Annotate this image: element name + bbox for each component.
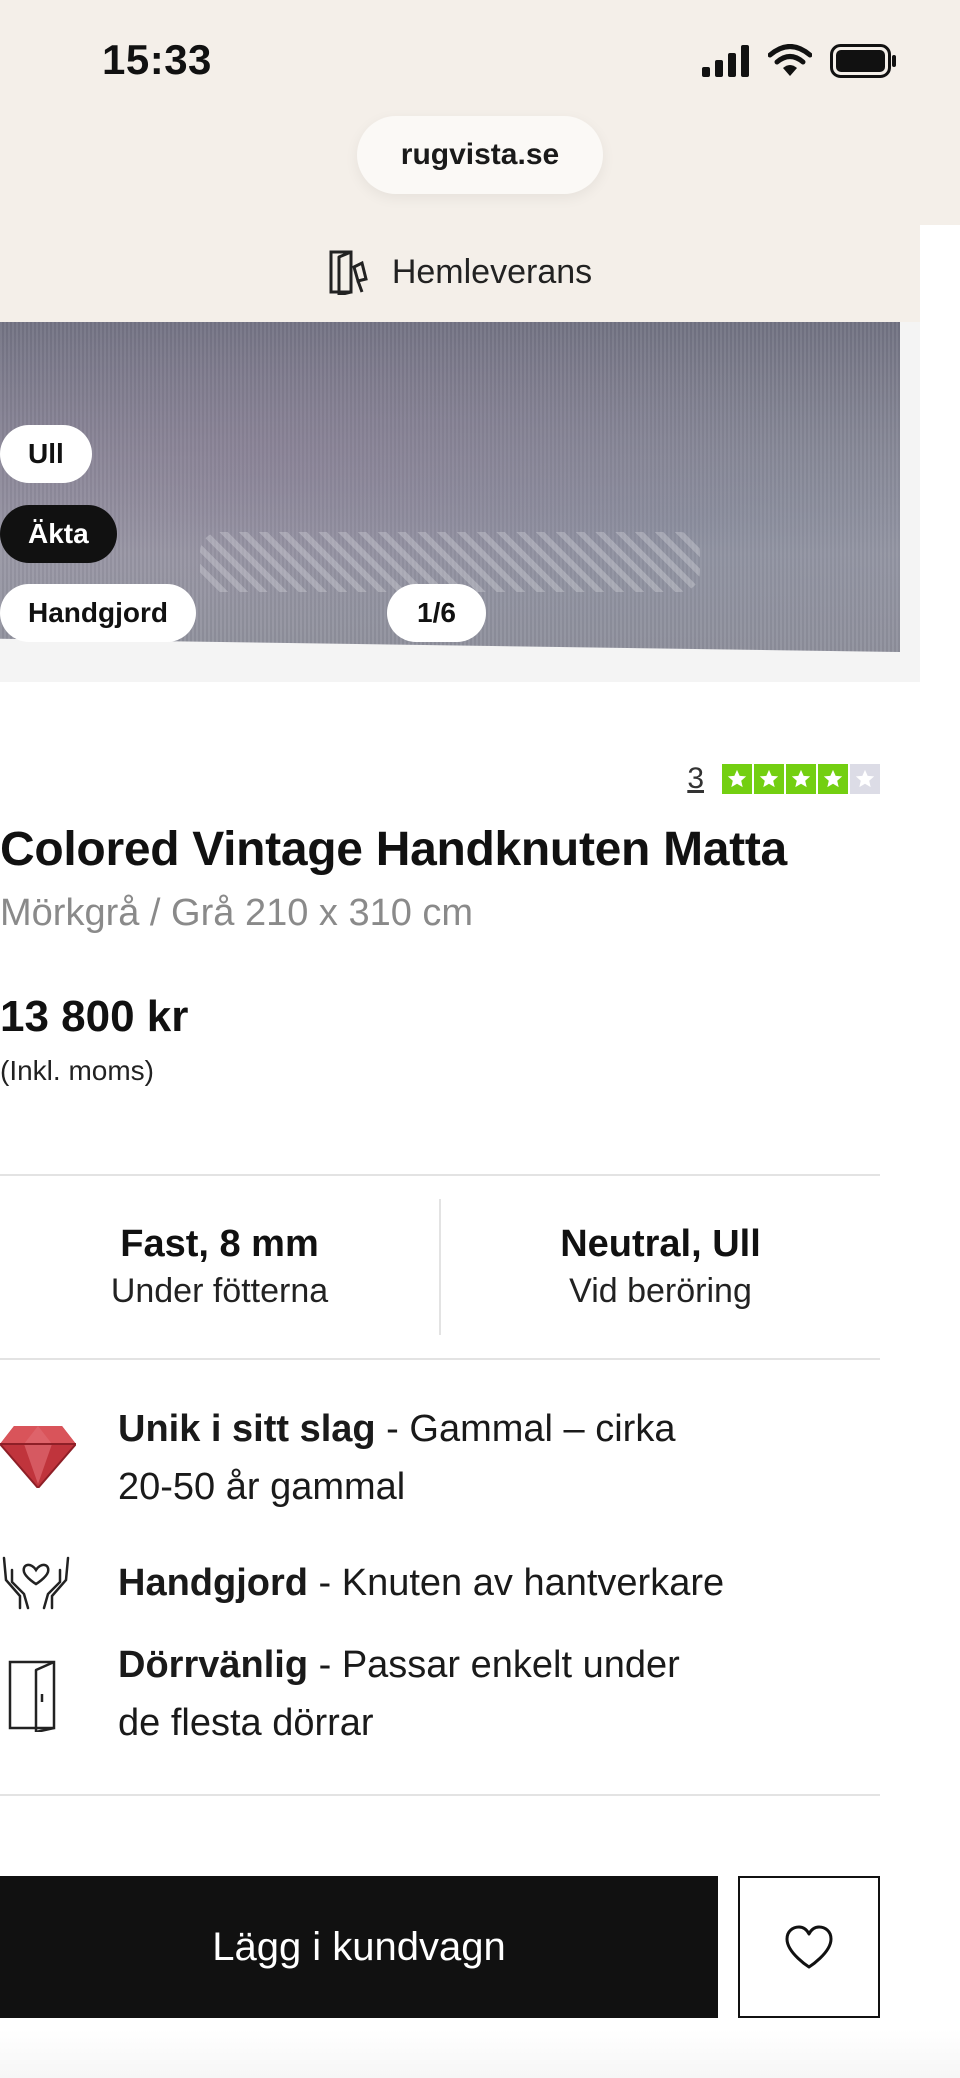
feature-text: Unik i sitt slag - Gammal – cirka 20-50 …	[118, 1400, 758, 1516]
feature-bold: Unik i sitt slag	[118, 1408, 376, 1450]
wishlist-button[interactable]	[738, 1876, 880, 2018]
feature-desc: - Gammal – cirka	[375, 1408, 676, 1450]
star-rating	[722, 764, 880, 794]
spec-title: Neutral, Ull	[560, 1223, 761, 1265]
signal-icon	[702, 45, 749, 77]
wifi-icon	[768, 44, 812, 76]
spec-title: Fast, 8 mm	[120, 1223, 319, 1265]
feature-desc: - Passar enkelt under	[308, 1644, 680, 1686]
delivery-label: Hemleverans	[391, 252, 593, 291]
review-count-link[interactable]: 3	[687, 762, 704, 796]
product-subtitle: Mörkgrå / Grå 210 x 310 cm	[0, 892, 474, 934]
badge-handmade: Handgjord	[0, 584, 196, 642]
star-empty-icon	[850, 764, 880, 794]
feature-handmade: Handgjord - Knuten av hantverkare	[0, 1548, 880, 1618]
heart-hands-icon	[2, 1556, 70, 1610]
delivery-bar: Hemleverans	[0, 222, 920, 322]
badge-wool: Ull	[0, 425, 92, 483]
product-specs: Fast, 8 mm Under fötterna Neutral, Ull V…	[0, 1176, 880, 1358]
feature-desc-line2: de flesta dörrar	[118, 1702, 374, 1744]
image-counter: 1/6	[387, 584, 486, 642]
status-time: 15:33	[102, 36, 212, 83]
rug-pattern	[200, 532, 700, 592]
spec-subtitle: Vid beröring	[569, 1272, 752, 1310]
heart-outline-icon	[785, 1925, 833, 1969]
product-title: Colored Vintage Handknuten Matta	[0, 823, 787, 876]
product-image-gallery[interactable]: Ull Äkta Handgjord 1/6	[0, 322, 920, 682]
vat-note: (Inkl. moms)	[0, 1055, 154, 1086]
browser-url-area: rugvista.se	[0, 110, 960, 225]
add-to-cart-button[interactable]: Lägg i kundvagn	[0, 1876, 718, 2018]
url-field[interactable]: rugvista.se	[357, 116, 603, 194]
feature-door-friendly: Dörrvänlig - Passar enkelt under de fles…	[0, 1636, 880, 1766]
star-icon	[818, 764, 848, 794]
spec-feel: Fast, 8 mm Under fötterna	[0, 1176, 439, 1358]
feature-text: Dörrvänlig - Passar enkelt under de fles…	[118, 1636, 758, 1752]
feature-desc: - Knuten av hantverkare	[307, 1562, 725, 1604]
battery-icon	[830, 44, 896, 78]
divider	[0, 1794, 880, 1796]
gem-icon	[0, 1426, 76, 1488]
rating[interactable]: 3	[687, 762, 880, 796]
feature-desc-line2: 20-50 år gammal	[118, 1466, 406, 1508]
spec-touch: Neutral, Ull Vid beröring	[441, 1176, 880, 1358]
status-icons	[702, 44, 898, 78]
bottom-fade	[0, 2030, 960, 2078]
feature-bold: Handgjord	[118, 1562, 308, 1604]
divider	[0, 1358, 880, 1360]
feature-bold: Dörrvänlig	[118, 1644, 309, 1686]
star-icon	[754, 764, 784, 794]
star-icon	[722, 764, 752, 794]
product-price: 13 800 kr	[0, 992, 189, 1041]
feature-text: Handgjord - Knuten av hantverkare	[118, 1554, 758, 1612]
door-delivery-icon	[329, 250, 368, 295]
spec-subtitle: Under fötterna	[110, 1272, 329, 1310]
badge-authentic: Äkta	[0, 505, 117, 563]
status-bar: 15:33	[0, 0, 960, 110]
door-icon	[8, 1660, 56, 1732]
feature-unique: Unik i sitt slag - Gammal – cirka 20-50 …	[0, 1400, 880, 1530]
star-icon	[786, 764, 816, 794]
